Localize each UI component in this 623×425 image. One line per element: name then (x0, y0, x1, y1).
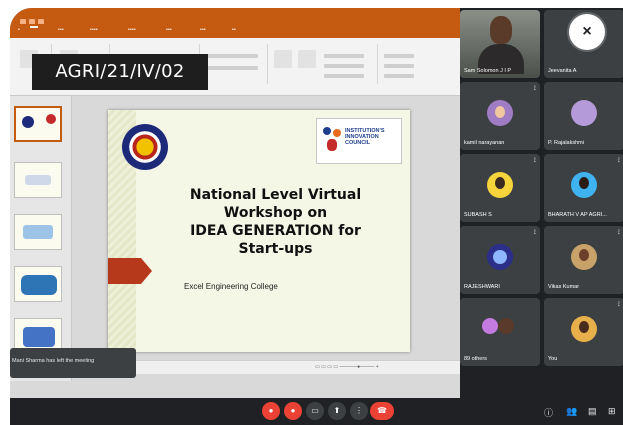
chat-icon[interactable]: ▤ (588, 406, 597, 417)
mic-off-icon: ⟟ (533, 158, 536, 164)
document-code-label: AGRI/21/IV/02 (32, 54, 208, 90)
mic-off-icon: ⟟ (533, 230, 536, 236)
close-icon[interactable]: × (569, 14, 605, 50)
zoom-controls[interactable]: ▭ ▭ ▭ ▭ ─────●──── + (315, 364, 379, 370)
slide-arrow-shape (108, 258, 152, 284)
participant-tile[interactable]: ⟟ kamil narayanan (460, 82, 540, 150)
more-options-icon[interactable]: ⋮ (350, 402, 368, 420)
avatar (487, 244, 513, 270)
ribbon-group-paragraph (200, 44, 268, 84)
mic-off-icon: ⟟ (533, 86, 536, 92)
ribbon-group-drawing (268, 44, 378, 84)
participant-tile[interactable]: ⟟ SUBASH S (460, 154, 540, 222)
ribbon-group-editing (378, 44, 448, 84)
participant-tile[interactable]: ⟟ BHARATH V AP AGRI... (544, 154, 623, 222)
present-icon[interactable]: ⬆ (328, 402, 346, 420)
participant-tile[interactable]: ⟟ Vikas Kumar (544, 226, 623, 294)
slide-title: National Level Virtual Workshop on IDEA … (189, 187, 362, 257)
slide-thumbnail[interactable] (14, 214, 62, 250)
iic-logo: INSTITUTION'S INNOVATION COUNCIL (316, 118, 402, 164)
mic-off-icon[interactable]: ● (262, 402, 280, 420)
mic-off-icon: ⟟ (617, 230, 620, 236)
captions-icon[interactable]: ▭ (306, 402, 324, 420)
slide-thumbnail[interactable] (14, 162, 62, 198)
slide-thumbnail[interactable] (14, 266, 62, 302)
camera-off-icon[interactable]: ● (284, 402, 302, 420)
iic-logo-mark (321, 127, 343, 153)
participant-video (490, 16, 512, 44)
avatar (487, 100, 513, 126)
avatar (482, 318, 498, 334)
participant-tile[interactable]: P. Rajalakshmi (544, 82, 623, 150)
info-icon[interactable]: ⓘ (544, 406, 553, 419)
end-call-icon[interactable]: ☎ (370, 402, 394, 420)
avatar (571, 316, 597, 342)
avatar (487, 172, 513, 198)
mic-off-icon: ⟟ (617, 302, 620, 308)
participant-tile[interactable]: ⟟ RAJESHWARI (460, 226, 540, 294)
participant-tile[interactable]: Sam Solomon J I P (460, 10, 540, 78)
avatar (498, 318, 514, 334)
college-emblem-logo (122, 124, 168, 170)
ppt-title-bar (10, 8, 460, 25)
people-icon[interactable]: 👥 (566, 406, 577, 417)
meeting-notification-toast: Mani Sharma has left the meeting (10, 348, 136, 378)
slide-thumbnail[interactable] (14, 106, 62, 142)
participant-tile[interactable]: ⟟ You (544, 298, 623, 366)
ppt-ribbon-tabs: ▪ ▪▪▪ ▪▪▪▪ ▪▪▪▪ ▪▪▪ ▪▪▪ ▪▪ (10, 24, 460, 38)
iic-logo-text: INSTITUTION'S INNOVATION COUNCIL (345, 128, 385, 146)
slide-thumbnails-pane (10, 96, 72, 381)
avatar (571, 100, 597, 126)
participant-tile[interactable]: 89 others (460, 298, 540, 366)
activities-icon[interactable]: ⊞ (608, 406, 616, 417)
current-slide: INSTITUTION'S INNOVATION COUNCIL Nationa… (108, 110, 410, 352)
slide-college-name: Excel Engineering College (184, 282, 278, 291)
avatar (571, 172, 597, 198)
mic-off-icon: ⟟ (617, 158, 620, 164)
participant-grid: Sam Solomon J I P Jeevanita A × ⟟ kamil … (460, 8, 623, 398)
quick-access-toolbar (20, 12, 50, 25)
call-controls-bar: ● ● ▭ ⬆ ⋮ ☎ ⓘ 👥 ▤ ⊞ (10, 398, 623, 425)
avatar (571, 244, 597, 270)
